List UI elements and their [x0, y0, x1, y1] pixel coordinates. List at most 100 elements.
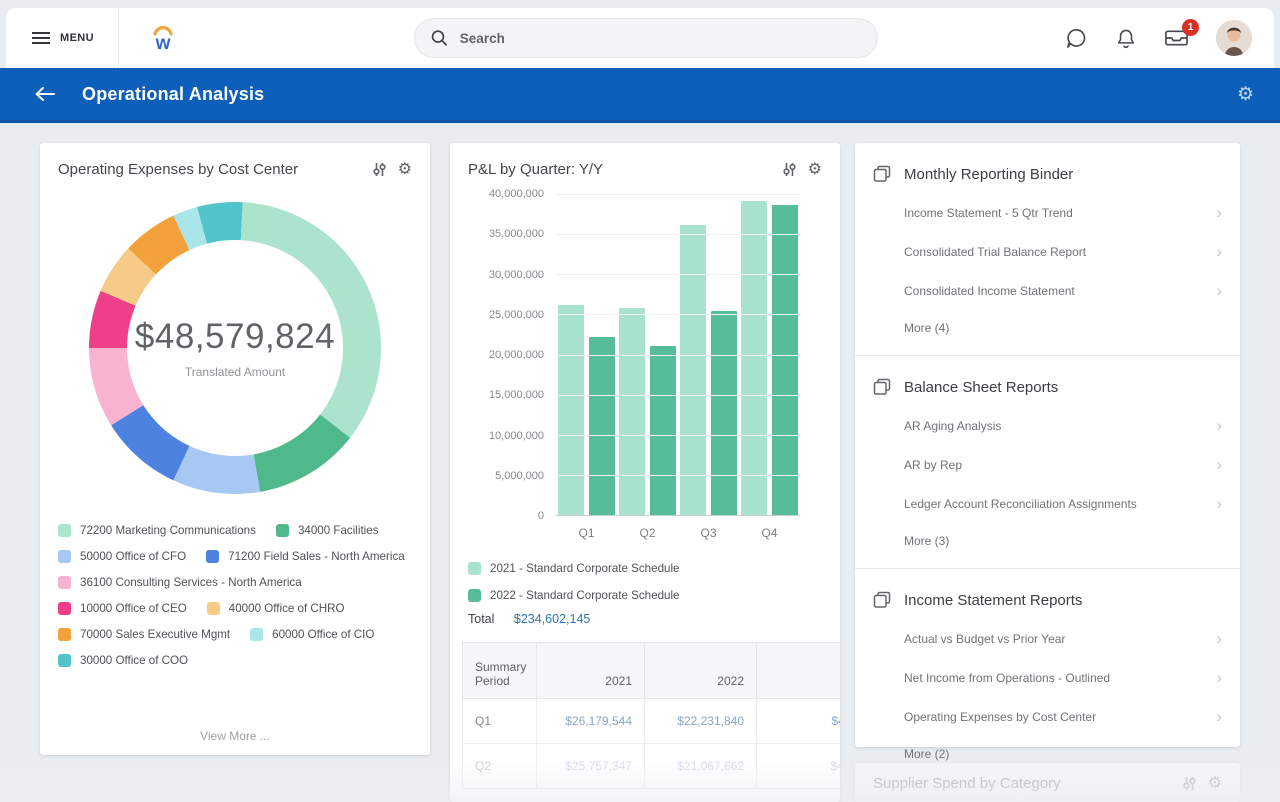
report-link[interactable]: Actual vs Budget vs Prior Year›: [873, 619, 1222, 658]
report-section: Monthly Reporting Binder Income Statement…: [855, 143, 1240, 355]
report-link-label: Ledger Account Reconciliation Assignment…: [904, 497, 1216, 511]
svg-text:w: w: [155, 33, 171, 53]
sliders-icon[interactable]: [782, 162, 797, 177]
x-tick-label: Q1: [578, 526, 594, 540]
report-link[interactable]: Net Income from Operations - Outlined›: [873, 658, 1222, 697]
chevron-right-icon: ›: [1216, 282, 1222, 299]
supplier-spend-card: Supplier Spend by Category ⚙: [855, 763, 1240, 802]
chat-button[interactable]: [1065, 27, 1088, 50]
bar[interactable]: [772, 205, 798, 515]
chevron-right-icon: ›: [1216, 204, 1222, 221]
gear-icon[interactable]: ⚙: [808, 162, 822, 178]
y-tick-label: 0: [538, 510, 544, 522]
legend-label: 2021 - Standard Corporate Schedule: [490, 562, 680, 575]
topbar-divider: [118, 8, 119, 68]
gridline: [556, 314, 800, 315]
x-axis: Q1Q2Q3Q4: [556, 526, 800, 540]
report-link[interactable]: Consolidated Trial Balance Report›: [873, 232, 1222, 271]
gear-icon[interactable]: ⚙: [1208, 776, 1222, 792]
report-link[interactable]: AR Aging Analysis›: [873, 406, 1222, 445]
bar[interactable]: [741, 201, 767, 515]
table-value-cell[interactable]: $25,757,347: [537, 744, 645, 789]
sliders-icon[interactable]: [372, 162, 387, 177]
chevron-right-icon: ›: [1216, 417, 1222, 434]
table-value-cell[interactable]: $22,231,840: [645, 699, 757, 744]
table-value-cell[interactable]: $48,411,3: [757, 699, 841, 744]
bar[interactable]: [619, 308, 645, 515]
banner-gear-icon[interactable]: ⚙: [1237, 83, 1254, 106]
y-tick-label: 10,000,000: [489, 430, 544, 442]
table-header-cell: 2022: [645, 643, 757, 699]
arrow-left-icon: [34, 86, 56, 102]
topbar-icon-group: 1: [1065, 20, 1252, 56]
back-button[interactable]: [34, 86, 56, 102]
bar[interactable]: [589, 337, 615, 515]
gridline: [556, 395, 800, 396]
pnl-summary-table: Summary Period20212022 Q1$26,179,544$22,…: [462, 642, 840, 789]
chevron-right-icon: ›: [1216, 669, 1222, 686]
table-header-row: Summary Period20212022: [463, 643, 841, 699]
table-value-cell[interactable]: $46,825,0: [757, 744, 841, 789]
legend-label: 30000 Office of COO: [80, 654, 188, 667]
report-link[interactable]: Consolidated Income Statement›: [873, 271, 1222, 310]
pnl-table-wrap: Summary Period20212022 Q1$26,179,544$22,…: [462, 642, 840, 789]
hamburger-icon: [32, 31, 50, 45]
more-link[interactable]: More (3): [873, 523, 1222, 560]
color-swatch: [58, 524, 71, 537]
report-link-label: Consolidated Trial Balance Report: [904, 245, 1216, 259]
y-tick-label: 5,000,000: [495, 470, 544, 482]
search-input[interactable]: [460, 31, 861, 46]
bar[interactable]: [650, 346, 676, 515]
page-header-banner: Operational Analysis ⚙: [0, 68, 1280, 123]
table-value-cell[interactable]: $26,179,544: [537, 699, 645, 744]
y-tick-label: 35,000,000: [489, 228, 544, 240]
legend-item: 71200 Field Sales - North America: [206, 550, 405, 563]
pnl-card: P&L by Quarter: Y/Y ⚙ 40,000,00035,000,0…: [450, 143, 840, 802]
workday-logo[interactable]: w: [149, 23, 177, 53]
view-more-link[interactable]: View More ...: [40, 729, 430, 743]
profile-avatar[interactable]: [1216, 20, 1252, 56]
report-link[interactable]: AR by Rep›: [873, 445, 1222, 484]
gridline: [556, 475, 800, 476]
y-tick-label: 20,000,000: [489, 349, 544, 361]
notifications-button[interactable]: [1115, 27, 1137, 50]
color-swatch: [58, 602, 71, 615]
gear-icon[interactable]: ⚙: [398, 162, 412, 178]
legend-item: 40000 Office of CHRO: [207, 602, 345, 615]
bar[interactable]: [558, 305, 584, 515]
chevron-right-icon: ›: [1216, 495, 1222, 512]
more-link[interactable]: More (4): [873, 310, 1222, 347]
sliders-icon[interactable]: [1182, 776, 1197, 791]
legend-row: 72200 Marketing Communications34000 Faci…: [58, 524, 412, 537]
chevron-right-icon: ›: [1216, 243, 1222, 260]
table-row: Q2$25,757,347$21,067,662$46,825,0: [463, 744, 841, 789]
bar[interactable]: [680, 225, 706, 516]
bar[interactable]: [711, 311, 737, 515]
legend-item: 36100 Consulting Services - North Americ…: [58, 576, 302, 589]
section-title: Monthly Reporting Binder: [904, 166, 1073, 183]
donut-total-value: $48,579,824: [135, 317, 335, 357]
y-tick-label: 40,000,000: [489, 188, 544, 200]
legend-label: 36100 Consulting Services - North Americ…: [80, 576, 302, 589]
report-section: Balance Sheet ReportsAR Aging Analysis›A…: [855, 356, 1240, 568]
legend-item: 2021 - Standard Corporate Schedule: [468, 562, 680, 575]
reports-panel: Monthly Reporting Binder Income Statement…: [855, 143, 1240, 781]
x-tick-label: Q3: [700, 526, 716, 540]
gridline: [556, 194, 800, 195]
legend-item: 60000 Office of CIO: [250, 628, 374, 641]
table-value-cell[interactable]: $21,067,662: [645, 744, 757, 789]
chevron-right-icon: ›: [1216, 708, 1222, 725]
report-link[interactable]: Operating Expenses by Cost Center›: [873, 697, 1222, 736]
opex-legend: 72200 Marketing Communications34000 Faci…: [40, 494, 430, 667]
inbox-button[interactable]: 1: [1164, 27, 1189, 49]
menu-button[interactable]: MENU: [6, 8, 118, 68]
menu-label: MENU: [60, 32, 94, 44]
legend-label: 71200 Field Sales - North America: [228, 550, 405, 563]
report-link-label: Net Income from Operations - Outlined: [904, 671, 1216, 685]
report-link[interactable]: Income Statement - 5 Qtr Trend›: [873, 193, 1222, 232]
color-swatch: [207, 602, 220, 615]
color-swatch: [468, 589, 481, 602]
report-link[interactable]: Ledger Account Reconciliation Assignment…: [873, 484, 1222, 523]
search-bar[interactable]: [414, 18, 878, 58]
color-swatch: [58, 576, 71, 589]
